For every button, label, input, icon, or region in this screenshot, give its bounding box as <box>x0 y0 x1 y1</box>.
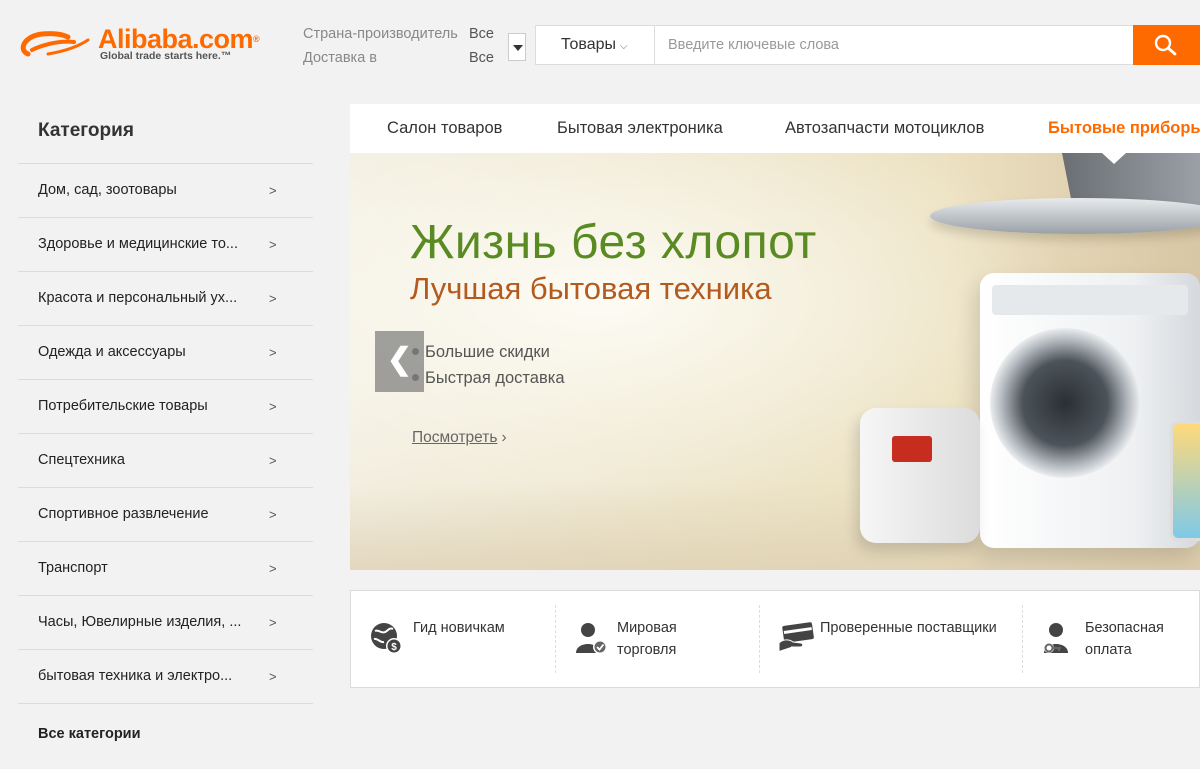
chevron-left-icon: ❮ <box>386 343 413 376</box>
washer-control-panel <box>992 285 1188 315</box>
tab-auto-moto-parts[interactable]: Автозапчасти мотоциклов <box>785 119 984 138</box>
carousel-prev-button[interactable]: ❮ <box>375 331 424 392</box>
chevron-right-icon: > <box>269 507 277 522</box>
category-label: бытовая техника и электро... <box>38 668 233 684</box>
all-categories-link[interactable]: Все категории <box>38 726 141 742</box>
category-item-beauty[interactable]: Красота и персональный ух... > <box>18 272 313 326</box>
promo-banner[interactable]: Жизнь без хлопот Лучшая бытовая техника … <box>350 153 1200 570</box>
category-label: Дом, сад, зоотовары <box>38 182 177 198</box>
search-input[interactable] <box>656 26 1134 64</box>
banner-bullet: Большие скидки <box>412 343 550 362</box>
category-label: Здоровье и медицинские то... <box>38 236 238 252</box>
category-label: Спортивное развлечение <box>38 506 209 522</box>
tab-consumer-electronics[interactable]: Бытовая электроника <box>557 119 723 138</box>
globe-dollar-icon: $ <box>371 623 402 654</box>
category-label: Красота и персональный ух... <box>38 290 238 306</box>
banner-link-label: Посмотреть <box>412 429 498 446</box>
verified-user-icon <box>576 623 607 654</box>
washer-door <box>990 328 1140 478</box>
category-item-home-garden[interactable]: Дом, сад, зоотовары > <box>18 164 313 218</box>
rice-cooker-display <box>892 436 932 462</box>
washing-machine-image <box>980 273 1200 548</box>
chevron-right-icon: > <box>269 453 277 468</box>
logo-tagline: Global trade starts here.™ <box>100 50 232 62</box>
category-sidebar: Категория Дом, сад, зоотовары > Здоровье… <box>18 104 313 742</box>
banner-subtitle: Лучшая бытовая техника <box>410 271 772 306</box>
category-label: Одежда и аксессуары <box>38 344 186 360</box>
category-label: Спецтехника <box>38 452 125 468</box>
service-label: Гид новичкам <box>413 620 505 636</box>
chevron-right-icon: > <box>269 561 277 576</box>
ship-to-label: Доставка в <box>303 50 378 66</box>
origin-country-value[interactable]: Все <box>469 26 494 42</box>
banner-title: Жизнь без хлопот <box>410 216 817 269</box>
category-item-apparel[interactable]: Одежда и аксессуары > <box>18 326 313 380</box>
banner-bullet: Быстрая доставка <box>412 369 565 388</box>
card-hand-icon <box>778 622 814 651</box>
chevron-down-icon: ⌵ <box>620 41 628 52</box>
search-category-label: Товары <box>561 36 617 53</box>
category-item-machinery[interactable]: Спецтехника > <box>18 434 313 488</box>
search-category-select[interactable]: Товары ⌵ <box>536 26 655 64</box>
chevron-right-icon: > <box>269 399 277 414</box>
tab-home-appliances[interactable]: Бытовые приборы <box>1048 119 1200 138</box>
chevron-right-icon: > <box>269 615 277 630</box>
category-item-watches-jewelry[interactable]: Часы, Ювелирные изделия, ... > <box>18 596 313 650</box>
service-global-trade[interactable]: Мировая торговля <box>556 591 759 687</box>
filter-dropdown-button[interactable] <box>508 33 526 61</box>
banner-view-link[interactable]: Посмотреть › <box>412 429 507 447</box>
category-label: Потребительские товары <box>38 398 208 414</box>
category-tabs: Салон товаров Бытовая электроника Автоза… <box>350 104 1200 153</box>
category-item-appliances[interactable]: бытовая техника и электро... > <box>18 650 313 704</box>
chevron-right-icon: > <box>269 291 277 306</box>
service-beginner-guide[interactable]: $ Гид новичкам <box>351 591 555 687</box>
rice-cooker-image <box>860 408 980 543</box>
service-verified-suppliers[interactable]: Проверенные поставщики <box>760 591 1022 687</box>
svg-text:$: $ <box>391 642 397 653</box>
origin-country-label: Страна-производитель <box>303 26 458 42</box>
active-tab-pointer <box>1102 153 1126 164</box>
chevron-right-icon: > <box>269 669 277 684</box>
ship-to-value[interactable]: Все <box>469 50 494 66</box>
service-secure-payment[interactable]: Безопасная оплата <box>1023 591 1199 687</box>
category-item-health[interactable]: Здоровье и медицинские то... > <box>18 218 313 272</box>
category-item-transport[interactable]: Транспорт > <box>18 542 313 596</box>
chevron-right-icon: > <box>269 345 277 360</box>
sidebar-title: Категория <box>18 104 313 164</box>
search-bar: Товары ⌵ <box>535 25 1200 65</box>
chevron-right-icon: > <box>269 237 277 252</box>
chevron-right-icon: > <box>269 183 277 198</box>
tab-showroom[interactable]: Салон товаров <box>387 119 502 138</box>
category-item-consumer-goods[interactable]: Потребительские товары > <box>18 380 313 434</box>
smartphone-image <box>1170 421 1200 541</box>
service-label: Проверенные поставщики <box>820 620 997 636</box>
alibaba-logo[interactable]: Alibaba.com® Global trade starts here.™ <box>18 24 260 68</box>
search-button[interactable] <box>1133 25 1200 65</box>
services-bar: $ Гид новичкам Мировая торговля Проверенн… <box>350 590 1200 688</box>
category-item-sports[interactable]: Спортивное развлечение > <box>18 488 313 542</box>
user-key-icon <box>1044 623 1068 653</box>
service-label: Мировая торговля <box>617 620 677 658</box>
service-label: Безопасная оплата <box>1085 620 1164 658</box>
alibaba-smile-icon <box>20 31 90 57</box>
category-label: Транспорт <box>38 560 108 576</box>
search-icon <box>1154 34 1177 56</box>
chevron-right-icon: › <box>501 429 507 446</box>
category-label: Часы, Ювелирные изделия, ... <box>38 614 242 630</box>
